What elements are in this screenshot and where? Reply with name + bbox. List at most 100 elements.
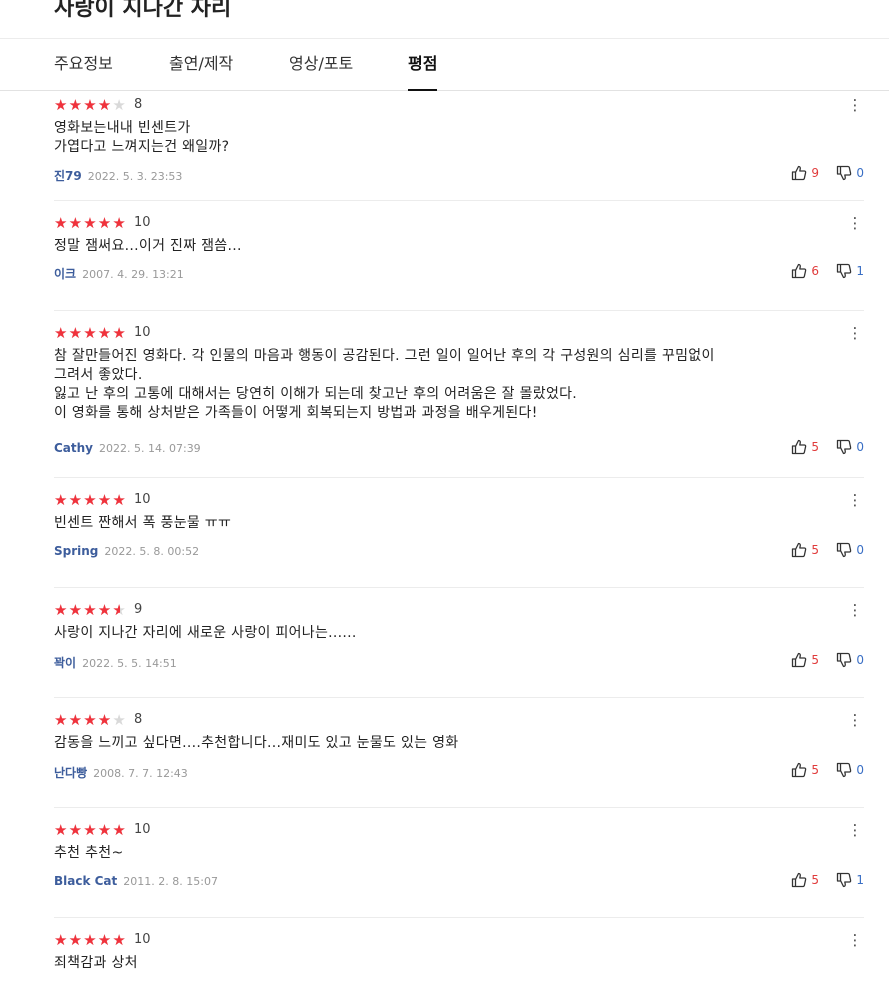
star-rating: ★★★★★★★★★★ (54, 932, 127, 948)
star-icon: ★★ (83, 600, 97, 619)
review-date: 2011. 2. 8. 15:07 (123, 875, 218, 888)
star-icon: ★★ (97, 710, 112, 729)
star-rating: ★★★★★★★★★★ (54, 325, 127, 341)
star-icon: ★★ (97, 490, 112, 509)
dislike-count: 0 (856, 166, 864, 180)
rating-score: 10 (134, 822, 151, 837)
thumbs-down-icon (837, 439, 852, 455)
author-name[interactable]: 난다빵 (54, 766, 87, 780)
tab-video-photo[interactable]: 영상/포토 (289, 39, 353, 91)
star-icon: ★★ (97, 930, 112, 949)
thumbs-up-icon (792, 652, 807, 668)
like-count: 5 (811, 873, 819, 887)
star-icon: ★★ (112, 710, 126, 729)
review-item: ★ ★ ★ ★ ★ ★ ★ ★ ★ ★ 9 ⋮ 사랑이 지나간 자리에 새로운 사랑이 피어나는....… (54, 588, 864, 698)
dislike-button[interactable]: 1 (836, 263, 864, 279)
star-icon: ★★ (54, 213, 68, 232)
like-count: 5 (811, 543, 819, 557)
dislike-button[interactable]: 0 (836, 762, 864, 778)
dislike-button[interactable]: 1 (836, 872, 864, 888)
author-name[interactable]: 이크 (54, 267, 76, 281)
review-author[interactable]: 이크 2007. 4. 29. 13:21 (54, 265, 184, 282)
like-button[interactable]: 5 (791, 652, 819, 668)
star-icon: ★★ (83, 490, 97, 509)
review-author[interactable]: 꽉이 2022. 5. 5. 14:51 (54, 654, 177, 671)
review-author[interactable]: Spring 2022. 5. 8. 00:52 (54, 544, 199, 558)
rating-score: 8 (134, 712, 143, 727)
review-text: 감동을 느끼고 싶다면....추천합니다...재미도 있고 눈물도 있는 영화 (54, 735, 459, 751)
review-date: 2022. 5. 8. 00:52 (104, 545, 200, 558)
star-icon: ★★ (112, 930, 126, 949)
dislike-button[interactable]: 0 (836, 542, 864, 558)
thumbs-down-icon (837, 762, 852, 778)
dislike-button[interactable]: 0 (836, 165, 864, 181)
star-rating: ★★★★★★★★★★ (54, 602, 127, 618)
thumbs-up-icon (792, 439, 807, 455)
thumbs-up-icon (792, 542, 807, 558)
star-icon: ★★ (97, 213, 112, 232)
tab-main-info[interactable]: 주요정보 (54, 39, 113, 91)
thumbs-up-icon (792, 872, 807, 888)
author-name[interactable]: Cathy (54, 441, 93, 455)
review-date: 2007. 4. 29. 13:21 (82, 268, 184, 281)
tab-cast-crew[interactable]: 출연/제작 (169, 39, 233, 91)
rating-score: 10 (134, 492, 151, 507)
review-item: ★★★★★★★★★★8⋮영화보는내내 빈센트가 가엽다고 느껴지는건 왜일까?진… (54, 85, 864, 201)
star-icon: ★★ (83, 930, 97, 949)
more-vertical-icon[interactable]: ⋮ (846, 822, 864, 838)
thumbs-up-icon (792, 263, 807, 279)
like-count: 5 (811, 440, 819, 454)
star-icon: ★★ (97, 820, 112, 839)
star-icon: ★★ (112, 490, 126, 509)
thumbs-down-icon (837, 165, 852, 181)
star-rating: ★★★★★★★★★★ (54, 97, 127, 113)
more-vertical-icon[interactable]: ⋮ (846, 215, 864, 231)
star-icon: ★★ (68, 930, 83, 949)
like-button[interactable]: 9 (791, 165, 819, 181)
more-vertical-icon[interactable]: ⋮ (846, 932, 864, 948)
like-button[interactable]: 5 (791, 762, 819, 778)
more-vertical-icon[interactable]: ⋮ (846, 712, 864, 728)
like-button[interactable]: 5 (791, 542, 819, 558)
star-rating: ★★★★★★★★★★ (54, 712, 127, 728)
review-item: ★ ★ ★ ★ ★ ★ ★ ★ ★ ★ 10 ⋮ 추천 추천~ Black Cat 2011. 2. 8. … (54, 808, 864, 918)
like-button[interactable]: 6 (791, 263, 819, 279)
like-button[interactable]: 5 (791, 439, 819, 455)
review-date: 2022. 5. 5. 14:51 (82, 657, 177, 670)
dislike-count: 0 (856, 440, 864, 454)
star-icon: ★★ (54, 820, 68, 839)
more-vertical-icon[interactable]: ⋮ (846, 97, 864, 113)
star-icon: ★★ (112, 600, 126, 619)
star-icon: ★★ (83, 213, 97, 232)
dislike-button[interactable]: 0 (836, 652, 864, 668)
author-name[interactable]: Spring (54, 544, 98, 558)
like-button[interactable]: 5 (791, 872, 819, 888)
review-author[interactable]: Black Cat 2011. 2. 8. 15:07 (54, 874, 218, 888)
review-item: ★ ★ ★ ★ ★ ★ ★ ★ ★ ★ 10 ⋮ 참 잘만들어진 영화다. 각 인물의 마음과 행동이 … (54, 311, 864, 478)
more-vertical-icon[interactable]: ⋮ (846, 602, 864, 618)
dislike-count: 0 (856, 763, 864, 777)
dislike-count: 1 (856, 873, 864, 887)
dislike-button[interactable]: 0 (836, 439, 864, 455)
thumbs-down-icon (837, 652, 852, 668)
review-text: 빈센트 짠해서 폭 풍눈물 ㅠㅠ (54, 515, 232, 531)
author-name[interactable]: 꽉이 (54, 656, 76, 670)
review-author[interactable]: 난다빵 2008. 7. 7. 12:43 (54, 764, 188, 781)
star-icon: ★★ (83, 820, 97, 839)
review-date: 2008. 7. 7. 12:43 (93, 767, 188, 780)
more-vertical-icon[interactable]: ⋮ (846, 325, 864, 341)
review-text: 죄책감과 상처 (54, 955, 138, 971)
tab-ratings[interactable]: 평점 (408, 39, 438, 91)
more-vertical-icon[interactable]: ⋮ (846, 492, 864, 508)
rating-score: 8 (134, 97, 143, 112)
review-author[interactable]: Cathy 2022. 5. 14. 07:39 (54, 441, 201, 455)
review-author[interactable]: 진79 2022. 5. 3. 23:53 (54, 167, 182, 184)
author-name[interactable]: 진79 (54, 169, 82, 183)
star-icon: ★★ (68, 710, 83, 729)
rating-score: 10 (134, 325, 151, 340)
star-icon: ★★ (97, 323, 112, 342)
star-icon: ★★ (68, 323, 83, 342)
author-name[interactable]: Black Cat (54, 874, 117, 888)
star-icon: ★★ (83, 323, 97, 342)
dislike-count: 0 (856, 653, 864, 667)
